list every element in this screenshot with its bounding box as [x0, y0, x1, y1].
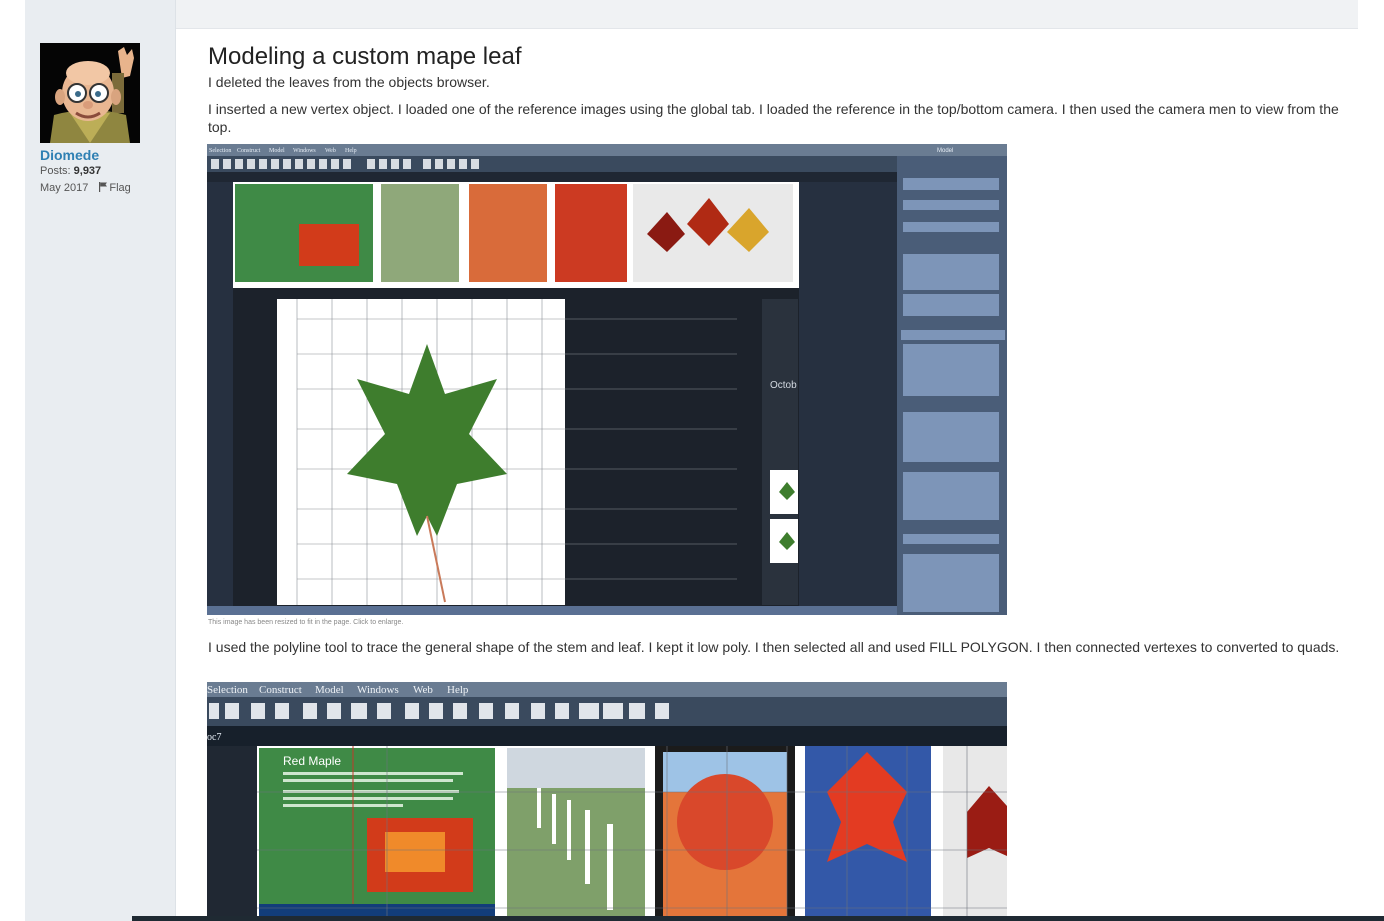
s1-menu-5[interactable]: Help	[345, 148, 357, 154]
post-date[interactable]: May 2017	[40, 182, 88, 194]
s2-menu-5[interactable]: Help	[447, 684, 469, 696]
svg-text:Selection Construct: Selection Construct Model Windows Web He…	[209, 148, 357, 154]
svg-text:Selection Construct: Selection Construct Model Windows Web He…	[207, 684, 469, 696]
posts-label: Posts:	[40, 165, 71, 177]
avatar-image	[40, 43, 140, 143]
s2-menu-4[interactable]: Web	[413, 684, 433, 696]
s1-menu-1[interactable]: Construct	[237, 148, 261, 154]
s2-menu-2[interactable]: Model	[315, 684, 344, 696]
posts-value: 9,937	[73, 165, 102, 177]
s2-doc-label: oc7	[207, 732, 221, 743]
post-meta: May 2017 Flag	[40, 181, 131, 194]
s2-menu-3[interactable]: Windows	[357, 684, 399, 696]
paragraph-1: I deleted the leaves from the objects br…	[208, 74, 490, 90]
s1-menu-0[interactable]: Selection	[209, 148, 231, 154]
s1-menu-4[interactable]: Web	[325, 148, 336, 154]
username-link[interactable]: Diomede	[40, 147, 99, 163]
paragraph-2: I inserted a new vertex object. I loaded…	[208, 101, 1339, 135]
s2-card-title: Red Maple	[283, 754, 341, 768]
image-caption[interactable]: This image has been resized to fit in th…	[208, 619, 403, 626]
flag-label: Flag	[109, 182, 131, 194]
s1-side-label: Octob	[770, 380, 797, 391]
post-count: Posts: 9,937	[40, 165, 101, 177]
s2-menu-1[interactable]: Construct	[259, 684, 302, 696]
screenshot-1-graphic: Selection Construct Model Windows Web He…	[207, 144, 1007, 615]
top-strip	[25, 0, 1358, 29]
screenshot-image-1[interactable]: Selection Construct Model Windows Web He…	[207, 144, 1007, 615]
bottom-bar	[132, 916, 1384, 921]
s1-menu-2[interactable]: Model	[269, 148, 285, 154]
avatar[interactable]	[40, 43, 140, 143]
flag-button[interactable]: Flag	[99, 182, 131, 194]
s1-right-tab[interactable]: Model	[937, 148, 953, 154]
screenshot-image-2[interactable]: Selection Construct Model Windows Web He…	[207, 682, 1007, 921]
post-title: Modeling a custom mape leaf	[208, 43, 522, 70]
paragraph-3: I used the polyline tool to trace the ge…	[208, 639, 1340, 655]
flag-icon	[99, 182, 108, 192]
s1-menu-3[interactable]: Windows	[293, 148, 316, 154]
screenshot-2-graphic: Selection Construct Model Windows Web He…	[207, 682, 1007, 921]
s2-menu-0[interactable]: Selection	[207, 684, 248, 696]
